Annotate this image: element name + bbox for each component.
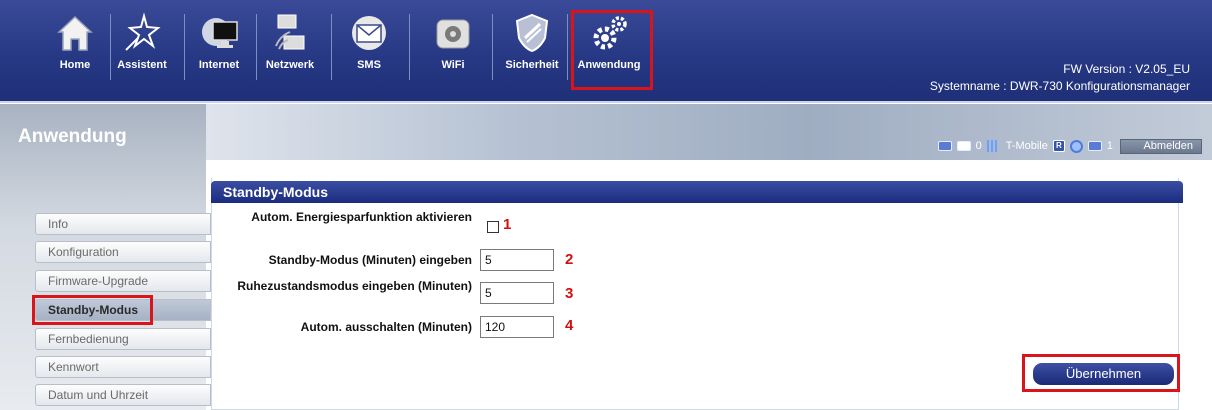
energy-saving-checkbox[interactable] xyxy=(487,221,499,233)
auto-poweroff-input[interactable] xyxy=(480,316,554,338)
fw-version: FW Version : V2.05_EU xyxy=(1063,62,1190,76)
sleep-mode-label: Ruhezustandsmodus eingeben (Minuten) xyxy=(237,279,472,293)
nav-label: Internet xyxy=(198,59,240,71)
firmware-info: FW Version : V2.05_EU Systemname : DWR-7… xyxy=(930,61,1190,95)
roaming-icon: R xyxy=(1052,140,1065,152)
annotation-2: 2 xyxy=(565,251,574,268)
nav-wifi[interactable]: WiFi xyxy=(424,12,482,82)
nav-internet[interactable]: Internet xyxy=(190,12,248,82)
signal-strength-icon xyxy=(986,140,1001,152)
card-header: Standby-Modus xyxy=(211,181,1183,203)
status-bar: 0 T-Mobile R 1 Abmelden xyxy=(937,138,1202,154)
globe-icon xyxy=(1069,139,1083,153)
section-title: Anwendung xyxy=(18,126,127,147)
connected-clients-icon xyxy=(1087,141,1102,151)
client-count: 1 xyxy=(1106,140,1113,152)
nav-sicherheit[interactable]: Sicherheit xyxy=(503,12,561,82)
highlight-box xyxy=(571,10,653,90)
nav-sms[interactable]: SMS xyxy=(340,12,398,82)
shield-icon xyxy=(515,13,549,53)
logout-button[interactable]: Abmelden xyxy=(1120,138,1202,154)
sms-count: 0 xyxy=(975,140,982,152)
standby-minutes-label: Standby-Modus (Minuten) eingeben xyxy=(268,253,472,267)
nav-label: Assistent xyxy=(117,59,167,71)
sidebar-item-fernbedienung[interactable]: Fernbedienung xyxy=(35,328,211,350)
sidebar-item-konfiguration[interactable]: Konfiguration xyxy=(35,241,211,263)
sms-envelope-icon xyxy=(956,141,971,151)
annotation-3: 3 xyxy=(565,285,574,302)
highlight-box xyxy=(32,295,153,325)
nav-divider xyxy=(567,14,568,80)
wizard-star-icon xyxy=(125,12,161,51)
nav-assistent[interactable]: Assistent xyxy=(113,12,171,82)
sidebar-item-kennwort[interactable]: Kennwort xyxy=(35,356,211,378)
annotation-1: 1 xyxy=(503,216,512,233)
nav-netzwerk[interactable]: Netzwerk xyxy=(261,12,319,82)
nav-divider xyxy=(331,14,332,80)
wifi-router-icon xyxy=(436,19,470,49)
nav-label: WiFi xyxy=(441,59,465,71)
system-name: Systemname : DWR-730 Konfigurationsmanag… xyxy=(929,79,1190,93)
top-navigation-bar: Home Assistent Internet Netzwerk SMS WiF… xyxy=(0,0,1212,103)
nav-divider xyxy=(184,14,185,80)
auto-poweroff-label: Autom. ausschalten (Minuten) xyxy=(300,320,472,334)
highlight-box xyxy=(1022,354,1180,392)
nav-label: Home xyxy=(59,59,91,71)
sidebar-item-info[interactable]: Info xyxy=(35,213,211,235)
nav-divider xyxy=(110,14,111,80)
sleep-mode-input[interactable] xyxy=(480,282,554,304)
nav-label: SMS xyxy=(357,59,381,71)
annotation-4: 4 xyxy=(565,317,574,334)
monitor-globe-icon xyxy=(202,18,238,48)
nav-label: Netzwerk xyxy=(265,59,315,71)
sidebar-item-datum-und-uhrzeit[interactable]: Datum und Uhrzeit xyxy=(35,384,211,406)
sim-icon xyxy=(937,141,952,151)
operator-name: T-Mobile xyxy=(1005,140,1048,152)
envelope-icon xyxy=(352,16,386,50)
home-icon xyxy=(57,15,93,51)
nav-divider xyxy=(256,14,257,80)
nav-divider xyxy=(409,14,410,80)
sidebar-item-firmware-upgrade[interactable]: Firmware-Upgrade xyxy=(35,270,211,292)
standby-minutes-input[interactable] xyxy=(480,249,554,271)
nav-label: Sicherheit xyxy=(505,59,559,71)
nav-divider xyxy=(492,14,493,80)
network-computers-icon xyxy=(275,14,305,50)
energy-saving-label: Autom. Energiesparfunktion aktivieren xyxy=(251,210,472,224)
nav-home[interactable]: Home xyxy=(46,12,104,82)
